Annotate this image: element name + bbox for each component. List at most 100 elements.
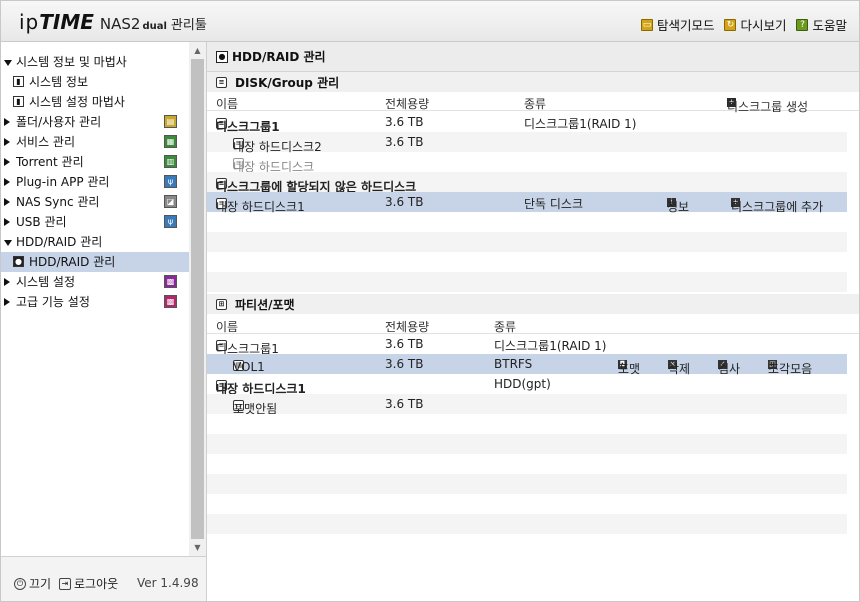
nav-system-settings[interactable]: 시스템 설정 ▩: [1, 272, 189, 292]
col-type: 종류: [494, 320, 517, 334]
collapse-arrow-icon: [4, 218, 10, 226]
advanced-icon: ▩: [164, 295, 177, 308]
bar-chart-icon: ▮: [13, 96, 24, 107]
help-icon: ?: [796, 18, 809, 31]
nav-label: 폴더/사용자 관리: [16, 115, 102, 129]
empty-row: [207, 272, 847, 292]
service-icon: ▦: [164, 135, 177, 148]
logout-icon: ⇥: [59, 577, 71, 590]
nav-label: HDD/RAID 관리: [16, 235, 103, 249]
table-row[interactable]: ≡ 내장 하드디스크2 3.6 TB: [207, 132, 847, 154]
nav-label: 시스템 설정: [16, 275, 76, 289]
row-capacity: 3.6 TB: [385, 195, 424, 209]
row-capacity: 3.6 TB: [385, 357, 424, 371]
col-name: 이름: [216, 97, 239, 111]
logo-admin: 관리툴: [170, 18, 207, 33]
page-title-text: HDD/RAID 관리: [232, 50, 326, 64]
collapse-arrow-icon: [4, 178, 10, 186]
section-title-text: DISK/Group 관리: [235, 75, 340, 90]
page-title: ● HDD/RAID 관리: [207, 42, 859, 72]
scroll-up-icon[interactable]: ▲: [189, 42, 206, 59]
partition-section-title: ⊞ 파티션/포맷: [207, 294, 859, 314]
section-title-text: 파티션/포맷: [235, 297, 295, 312]
nav-label: 서비스 관리: [16, 135, 76, 149]
bar-chart-icon: ▮: [13, 76, 24, 87]
row-type: HDD(gpt): [494, 377, 551, 391]
empty-row: [207, 212, 847, 232]
empty-row: [207, 514, 847, 534]
nav-hdd-raid[interactable]: HDD/RAID 관리: [1, 232, 189, 252]
col-name: 이름: [216, 320, 239, 334]
version-label: Ver 1.4.98: [137, 576, 199, 590]
table-row-selected[interactable]: ≡ 내장 하드디스크1 3.6 TB 단독 디스크 i 정보 + 디스크그룹에 추가: [207, 192, 847, 214]
table-row[interactable]: ▭ 포맷안됨 3.6 TB: [207, 394, 847, 416]
table-row[interactable]: ≡ 내장 하드디스크1 HDD(gpt): [207, 374, 847, 396]
nav-advanced[interactable]: 고급 기능 설정 ▩: [1, 292, 189, 312]
nav-usb[interactable]: USB 관리 ψ: [1, 212, 189, 232]
nav-system-setup-wizard[interactable]: ▮ 시스템 설정 마법사: [1, 92, 189, 112]
nav-hdd-raid-manage[interactable]: ● HDD/RAID 관리: [1, 252, 189, 272]
disk-icon: ●: [13, 256, 24, 267]
help-label: 도움말: [812, 18, 847, 33]
row-type: 디스크그룹1(RAID 1): [494, 339, 607, 353]
empty-row: [207, 434, 847, 454]
power-off-button[interactable]: ⏻ 끄기: [14, 575, 51, 592]
expand-arrow-icon: [4, 60, 12, 66]
refresh-link[interactable]: ↻ 다시보기: [724, 15, 786, 34]
expand-arrow-icon: [4, 240, 12, 246]
empty-row: [207, 494, 847, 514]
row-name: VOL1: [233, 360, 265, 374]
table-row[interactable]: ≡ 디스크그룹1 3.6 TB 디스크그룹1(RAID 1): [207, 334, 847, 356]
col-capacity: 전체용량: [385, 320, 430, 334]
empty-row: [207, 454, 847, 474]
nav-label: USB 관리: [16, 215, 67, 229]
logout-button[interactable]: ⇥ 로그아웃: [59, 575, 118, 592]
row-capacity: 3.6 TB: [385, 135, 424, 149]
partition-icon: ⊞: [216, 298, 227, 310]
collapse-arrow-icon: [4, 298, 10, 306]
header-links: ▭ 탐색기모드 ↻ 다시보기 ? 도움말: [640, 15, 847, 34]
row-capacity: 3.6 TB: [385, 115, 424, 129]
row-type: 단독 디스크: [524, 197, 584, 211]
nav-label: Plug-in APP 관리: [16, 175, 110, 189]
collapse-arrow-icon: [4, 138, 10, 146]
row-type: BTRFS: [494, 357, 533, 371]
logo-nas: NAS2: [99, 15, 141, 33]
col-capacity: 전체용량: [385, 97, 430, 111]
logo-ip: ip: [19, 10, 40, 34]
settings-icon: ▩: [164, 275, 177, 288]
nav-service[interactable]: 서비스 관리 ▦: [1, 132, 189, 152]
table-row[interactable]: ≡ 내장 하드디스크: [207, 152, 847, 174]
table-row[interactable]: ≡ 디스크그룹1 3.6 TB 디스크그룹1(RAID 1): [207, 112, 847, 134]
nav-plugin[interactable]: Plug-in APP 관리 ψ: [1, 172, 189, 192]
explorer-mode-label: 탐색기모드: [656, 18, 715, 33]
row-capacity: 3.6 TB: [385, 397, 424, 411]
collapse-arrow-icon: [4, 158, 10, 166]
nav-folder-user[interactable]: 폴더/사용자 관리 ▤: [1, 112, 189, 132]
usb-icon: ψ: [164, 215, 177, 228]
nav-label: 시스템 정보: [29, 75, 89, 89]
disk-group-section-title: ≡ DISK/Group 관리: [207, 72, 859, 92]
logo-time: TIME: [39, 10, 94, 34]
explorer-mode-link[interactable]: ▭ 탐색기모드: [640, 15, 715, 34]
refresh-label: 다시보기: [740, 18, 787, 33]
help-link[interactable]: ? 도움말: [796, 15, 847, 34]
nav-system-info-wizard[interactable]: 시스템 정보 및 마법사: [1, 52, 189, 72]
table-row-selected[interactable]: ▤ VOL1 3.6 TB BTRFS ◘ 포맷 × 삭제 ✓ 검사 ◫ 조각모음: [207, 354, 847, 376]
empty-row: [207, 414, 847, 434]
explorer-icon: ▭: [640, 18, 653, 31]
scroll-thumb[interactable]: [191, 59, 204, 539]
empty-row: [207, 474, 847, 494]
nav-torrent[interactable]: Torrent 관리 ▥: [1, 152, 189, 172]
logo-dual: dual: [142, 21, 167, 32]
nav-nas-sync[interactable]: NAS Sync 관리 ◪: [1, 192, 189, 212]
sync-icon: ◪: [164, 195, 177, 208]
nav-system-info[interactable]: ▮ 시스템 정보: [1, 72, 189, 92]
table-row[interactable]: ≡ 디스크그룹에 할당되지 않은 하드디스크: [207, 172, 847, 194]
sidebar: 시스템 정보 및 마법사 ▮ 시스템 정보 ▮ 시스템 설정 마법사 폴더/사용…: [1, 42, 207, 556]
nav-label: 시스템 정보 및 마법사: [16, 55, 127, 69]
sidebar-scrollbar[interactable]: ▲ ▼: [189, 42, 206, 556]
scroll-down-icon[interactable]: ▼: [189, 539, 206, 556]
header-bar: ip TIME NAS2 dual 관리툴 ▭ 탐색기모드 ↻ 다시보기 ? 도…: [1, 1, 859, 42]
disk-table-header: 이름 전체용량 종류 + 디스크그룹 생성: [207, 92, 859, 114]
